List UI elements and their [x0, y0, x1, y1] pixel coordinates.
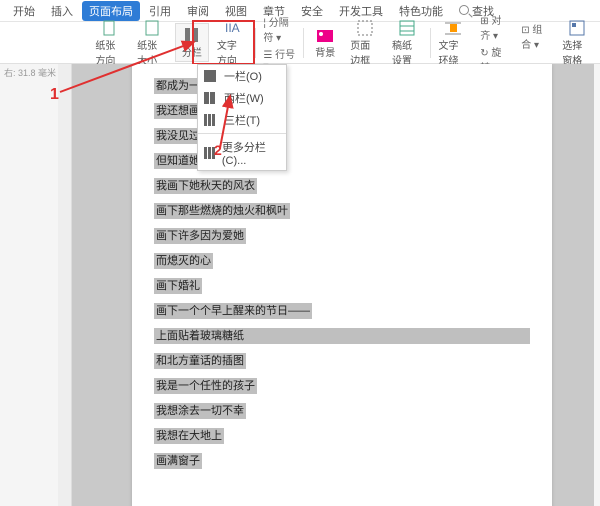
dropdown-one-column[interactable]: 一栏(O) [198, 65, 286, 87]
paragraph[interactable]: 我画下她秋天的风衣 [154, 178, 257, 194]
selection-pane-icon [568, 19, 586, 37]
text-wrap-button[interactable]: 文字环绕 [434, 17, 472, 69]
draft-paper-icon [398, 19, 416, 37]
tab-0[interactable]: 开始 [6, 1, 42, 21]
breaks-button[interactable]: ¦ 分隔符 ▾ [263, 14, 295, 44]
page[interactable]: 都成为一朵小花我还想画下未来我没见过她，也不可能但知道她很美我画下她秋天的风衣画… [132, 64, 552, 506]
page-border-button[interactable]: 页面边框 [346, 17, 384, 69]
dropdown-separator [198, 133, 286, 134]
ribbon: 纸张方向 纸张大小 分栏 IIA 文字方向 ¦ 分隔符 ▾ ☰ 行号 ▾ 背景 … [0, 22, 600, 64]
text-direction-icon: IIA [223, 19, 241, 37]
tab-1[interactable]: 插入 [44, 1, 80, 21]
paragraph[interactable]: 和北方童话的插图 [154, 353, 246, 369]
svg-text:IIA: IIA [225, 21, 240, 35]
annotation-2: 2 [214, 142, 222, 158]
paragraph[interactable]: 而熄灭的心 [154, 253, 213, 269]
one-column-icon [204, 70, 218, 82]
paragraph[interactable]: 我想在大地上 [154, 428, 224, 444]
paragraph[interactable]: 画下婚礼 [154, 278, 202, 294]
paragraph[interactable]: 我想涂去一切不幸 [154, 403, 246, 419]
separator [303, 28, 304, 58]
margin-right: 右: 31.8 毫米 [4, 66, 56, 80]
tab-4[interactable]: 审阅 [180, 1, 216, 21]
paper-direction-icon [101, 19, 119, 37]
paragraph[interactable]: 我是一个任性的孩子 [154, 378, 257, 394]
text-wrap-icon [444, 19, 462, 37]
align-button[interactable]: ⊞ 对齐 ▾ [480, 12, 509, 42]
paragraph[interactable]: 画下许多因为爱她 [154, 228, 246, 244]
paper-size-button[interactable]: 纸张大小 [133, 17, 171, 69]
paragraph[interactable]: 画下一个个早上醒来的节日—— [154, 303, 312, 319]
paper-size-icon [143, 19, 161, 37]
page-border-icon [356, 19, 374, 37]
columns-icon [183, 26, 201, 44]
separator [430, 28, 431, 58]
vertical-ruler [58, 64, 72, 506]
dropdown-three-columns[interactable]: 三栏(T) [198, 109, 286, 131]
paragraph[interactable]: 画满窗子 [154, 453, 202, 469]
search-icon [459, 5, 469, 15]
document-area: 都成为一朵小花我还想画下未来我没见过她，也不可能但知道她很美我画下她秋天的风衣画… [72, 64, 594, 506]
dropdown-two-columns[interactable]: 两栏(W) [198, 87, 286, 109]
columns-dropdown: 一栏(O) 两栏(W) 三栏(T) 更多分栏(C)... [197, 64, 287, 171]
separator [255, 28, 256, 58]
group-button[interactable]: ⊡ 组合 ▾ [521, 21, 550, 51]
paragraph[interactable]: 上面贴着玻璃糖纸 [154, 328, 530, 344]
text-direction-button[interactable]: IIA 文字方向 [213, 17, 251, 69]
two-columns-icon [204, 92, 218, 104]
three-columns-icon [204, 114, 218, 126]
columns-button[interactable]: 分栏 [175, 23, 209, 62]
dropdown-more-columns[interactable]: 更多分栏(C)... [198, 136, 286, 170]
paragraph[interactable]: 画下那些燃烧的烛火和枫叶 [154, 203, 290, 219]
background-icon [316, 26, 334, 44]
selection-pane-button[interactable]: 选择窗格 [558, 17, 596, 69]
annotation-1: 1 [50, 86, 59, 104]
draft-paper-button[interactable]: 稿纸设置 [388, 17, 426, 69]
arrange-group2: ⊡ 组合 ▾ [517, 19, 554, 67]
paper-direction-button[interactable]: 纸张方向 [91, 17, 129, 69]
background-button[interactable]: 背景 [308, 24, 342, 61]
